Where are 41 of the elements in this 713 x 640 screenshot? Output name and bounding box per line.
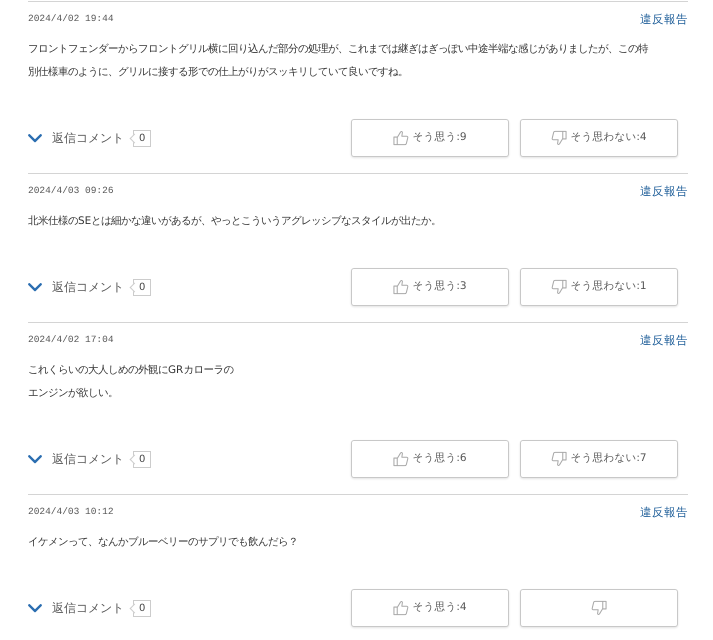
replies-toggle[interactable]: 返信コメント — [28, 129, 124, 147]
report-link[interactable]: 違反報告 — [640, 12, 688, 26]
thumbs-down-icon — [551, 130, 568, 146]
comment-text: これくらいの大人しめの外観にGRカローラの — [28, 363, 234, 378]
thumbs-up-icon — [393, 451, 410, 467]
reply-count: 0 — [128, 130, 152, 146]
agree-button[interactable]: そう思う:6 — [351, 440, 509, 478]
report-link[interactable]: 違反報告 — [640, 184, 688, 198]
report-link[interactable]: 違反報告 — [640, 505, 688, 519]
replies-toggle[interactable]: 返信コメント — [28, 599, 124, 617]
agree-button[interactable]: そう思う:4 — [351, 589, 509, 627]
thumbs-up-icon — [393, 279, 410, 295]
thumbs-up-icon — [393, 130, 410, 146]
chevron-down-icon — [28, 134, 42, 142]
disagree-button[interactable]: そう思わない:4 — [520, 119, 678, 157]
comment-date: 2024/4/02 17:04 — [28, 333, 114, 347]
comment-date: 2024/4/03 09:26 — [28, 184, 114, 198]
thumbs-down-icon — [551, 279, 568, 295]
comment-text: 北米仕様のSEとは細かな違いがあるが、やっとこういうアグレッシブなスタイルが出たか。 — [28, 214, 442, 229]
comment-date: 2024/4/03 10:12 — [28, 505, 114, 519]
reply-count: 0 — [128, 600, 152, 616]
chevron-down-icon — [28, 604, 42, 612]
reply-count: 0 — [128, 278, 152, 296]
disagree-button[interactable] — [520, 589, 678, 627]
disagree-button[interactable]: そう思わない:1 — [520, 268, 678, 306]
disagree-button[interactable]: そう思わない:7 — [520, 440, 678, 478]
comment-text: イケメンって、なんかブルーベリーのサプリでも飲んだら？ — [28, 535, 299, 550]
agree-button[interactable]: そう思う:3 — [351, 268, 509, 306]
thumbs-up-icon — [393, 600, 410, 616]
replies-toggle[interactable]: 返信コメント — [28, 450, 124, 468]
chevron-down-icon — [28, 282, 42, 292]
report-link[interactable]: 違反報告 — [640, 333, 688, 347]
comment-text: エンジンが欲しい。 — [28, 386, 119, 401]
chevron-down-icon — [28, 454, 42, 464]
agree-button[interactable]: そう思う:9 — [351, 119, 509, 157]
comment-text: フロントフェンダーからフロントグリル横に回り込んだ部分の処理が、これまでは継ぎはぎっぽい中途半端な感じがありましたが、この特別仕様車のように、グリルに接する形での仕上がりがスッキリしていて良いですね。 — [28, 42, 650, 80]
thumbs-down-icon — [551, 451, 568, 467]
reply-count: 0 — [128, 450, 152, 468]
comment-date: 2024/4/02 19:44 — [28, 12, 114, 26]
thumbs-down-icon — [591, 600, 607, 616]
replies-toggle[interactable]: 返信コメント — [28, 278, 124, 296]
